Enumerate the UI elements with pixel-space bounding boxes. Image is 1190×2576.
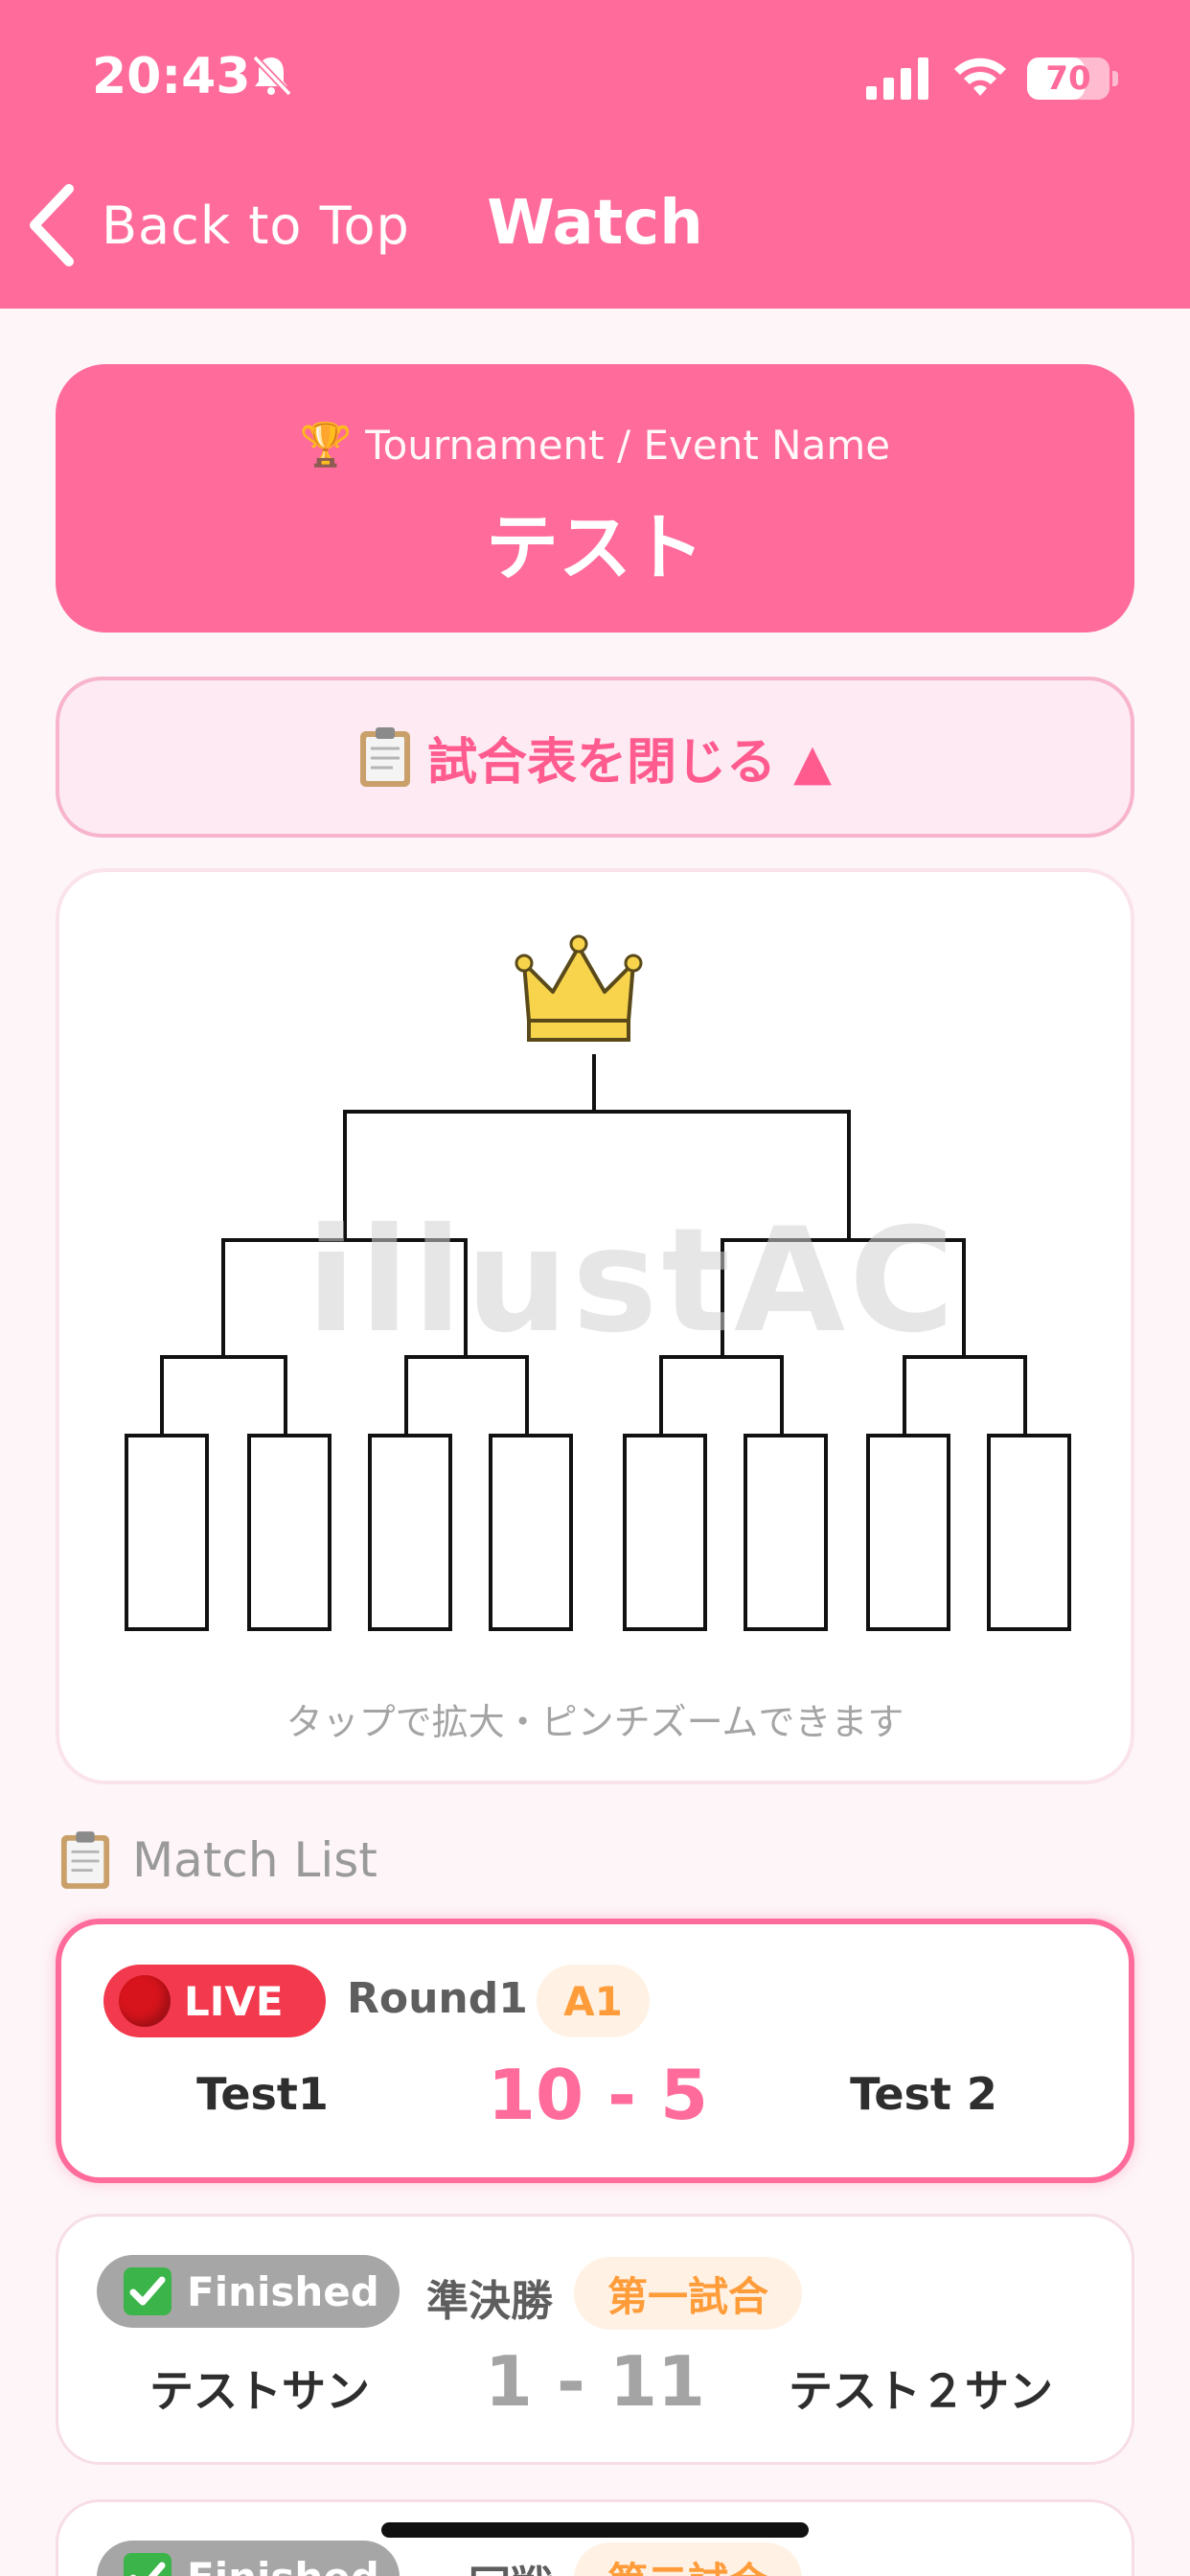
check-mark-icon [124, 2267, 172, 2315]
page-title: Watch [487, 188, 703, 259]
bracket-slot [489, 1434, 573, 1631]
event-label-text: Tournament / Event Name [365, 422, 891, 469]
round-label: 一回戦 [426, 2552, 553, 2576]
team1-name: Test1 [196, 2068, 329, 2120]
team1-name: テストサン [149, 2365, 370, 2417]
battery-level: 70 [1045, 59, 1091, 98]
back-to-top-button[interactable]: Back to Top [23, 182, 410, 268]
red-circle-icon [119, 1975, 171, 2027]
finished-badge: Finished [97, 2541, 400, 2576]
match-card-finished[interactable]: Finished 一回戦 第二試合 [56, 2499, 1134, 2576]
game-badge: 第二試合 [574, 2542, 802, 2576]
bracket-lines [160, 1054, 1027, 1436]
team2-name: Test 2 [850, 2068, 997, 2120]
close-bracket-label: 試合表を閉じる ▲ [426, 733, 833, 792]
bracket-slots [125, 1434, 1071, 1631]
chevron-left-icon [30, 184, 74, 266]
bracket-slot [866, 1434, 950, 1631]
clipboard-icon [359, 727, 410, 787]
close-bracket-button[interactable]: 試合表を閉じる ▲ [56, 677, 1134, 838]
bracket-slot [247, 1434, 332, 1631]
status-label: LIVE [184, 1977, 284, 2025]
match-list-label: Match List [132, 1832, 378, 1888]
back-label: Back to Top [102, 195, 410, 256]
match-score: 1 - 11 [484, 2341, 706, 2422]
battery-indicator: 70 [1027, 58, 1110, 100]
bracket-card[interactable]: タップで拡大・ピンチズームできます [56, 868, 1134, 1784]
team2-name: テスト２サン [789, 2365, 1053, 2417]
round-label: 準決勝 [426, 2277, 553, 2326]
event-name: テスト [486, 505, 704, 590]
round-label: Round1 [347, 1974, 528, 2023]
bracket-slot [125, 1434, 209, 1631]
game-badge: 第一試合 [574, 2257, 802, 2330]
status-label: Finished [187, 2267, 379, 2315]
event-label: 🏆 Tournament / Event Name [56, 420, 1134, 470]
bell-muted-icon [252, 55, 292, 97]
finished-badge: Finished [97, 2255, 400, 2328]
clipboard-icon [60, 1831, 110, 1889]
crown-icon [515, 934, 643, 1042]
match-score: 10 - 5 [487, 2055, 709, 2135]
bracket-slot [368, 1434, 452, 1631]
bracket-slot [744, 1434, 828, 1631]
home-indicator [381, 2522, 809, 2538]
match-card-finished[interactable]: Finished 準決勝 第一試合 テストサン 1 - 11 テスト２サン [56, 2214, 1134, 2465]
live-badge: LIVE [103, 1965, 326, 2037]
match-list-title: Match List [59, 1827, 378, 1894]
bracket-slot [987, 1434, 1071, 1631]
tournament-bracket [125, 934, 1071, 1631]
match-card-live[interactable]: LIVE Round1 A1 Test1 10 - 5 Test 2 [56, 1919, 1134, 2183]
bracket-slot [623, 1434, 707, 1631]
trophy-icon: 🏆 [299, 421, 353, 470]
app-header: 20:43 70 Back to Top Watch [0, 0, 1190, 309]
cellular-signal-icon [866, 58, 928, 100]
status-time: 20:43 [92, 48, 251, 105]
bracket-zoom-hint: タップで拡大・ピンチズームできます [286, 1701, 904, 1743]
status-label: Finished [187, 2554, 379, 2576]
battery-nub [1112, 71, 1118, 86]
check-mark-icon [124, 2553, 172, 2576]
wifi-icon [954, 58, 1006, 96]
game-badge: A1 [537, 1965, 650, 2037]
event-card: 🏆 Tournament / Event Name テスト [56, 364, 1134, 632]
